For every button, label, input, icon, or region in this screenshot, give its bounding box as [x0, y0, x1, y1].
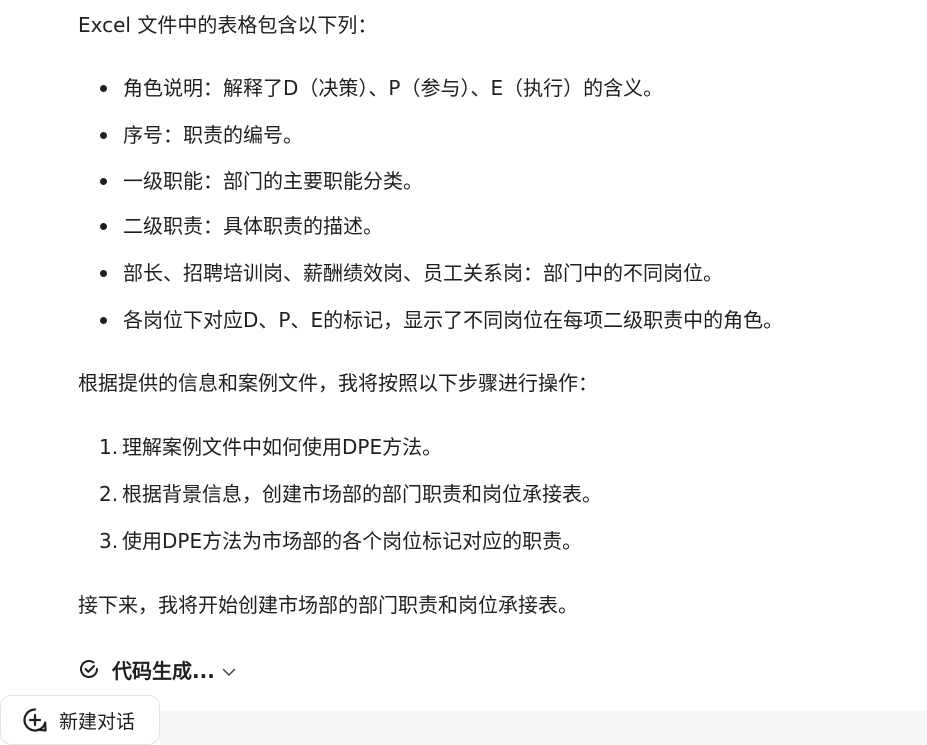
list-item-text: 二级职责：具体职责的描述。 [123, 214, 383, 238]
list-item-text: 根据背景信息，创建市场部的部门职责和岗位承接表。 [122, 482, 602, 506]
chevron-down-icon [221, 661, 237, 677]
list-item-text: 角色说明：解释了D（决策）、P（参与）、E（执行）的含义。 [123, 76, 664, 100]
bullet-icon [100, 317, 107, 324]
code-generation-toggle[interactable]: 代码生成... [78, 654, 237, 684]
code-generation-label: 代码生成... [112, 658, 215, 683]
list-item-text: 序号：职责的编号。 [123, 123, 303, 147]
input-area-background [160, 711, 927, 745]
list-number: 3. [99, 529, 119, 553]
next-step-text: 接下来，我将开始创建市场部的部门职责和岗位承接表。 [78, 593, 578, 617]
bullet-icon [100, 270, 107, 277]
plan-intro-text: 根据提供的信息和案例文件，我将按照以下步骤进行操作： [78, 371, 598, 395]
bullet-icon [100, 178, 107, 185]
plus-circle-icon [22, 707, 48, 733]
bullet-icon [100, 223, 107, 230]
list-item-text: 使用DPE方法为市场部的各个岗位标记对应的职责。 [122, 529, 583, 553]
check-circle-icon [78, 658, 100, 680]
bullet-icon [100, 132, 107, 139]
bullet-icon [100, 85, 107, 92]
list-number: 1. [99, 435, 119, 459]
list-item-text: 一级职能：部门的主要职能分类。 [123, 169, 423, 193]
list-item-text: 部长、招聘培训岗、薪酬绩效岗、员工关系岗：部门中的不同岗位。 [123, 261, 723, 285]
list-number: 2. [99, 482, 119, 506]
list-item-text: 各岗位下对应D、P、E的标记，显示了不同岗位在每项二级职责中的角色。 [123, 308, 784, 332]
list-item-text: 理解案例文件中如何使用DPE方法。 [122, 435, 443, 459]
new-chat-label: 新建对话 [59, 710, 136, 733]
intro-text: Excel 文件中的表格包含以下列： [78, 13, 378, 37]
new-chat-button[interactable]: 新建对话 [0, 695, 160, 745]
